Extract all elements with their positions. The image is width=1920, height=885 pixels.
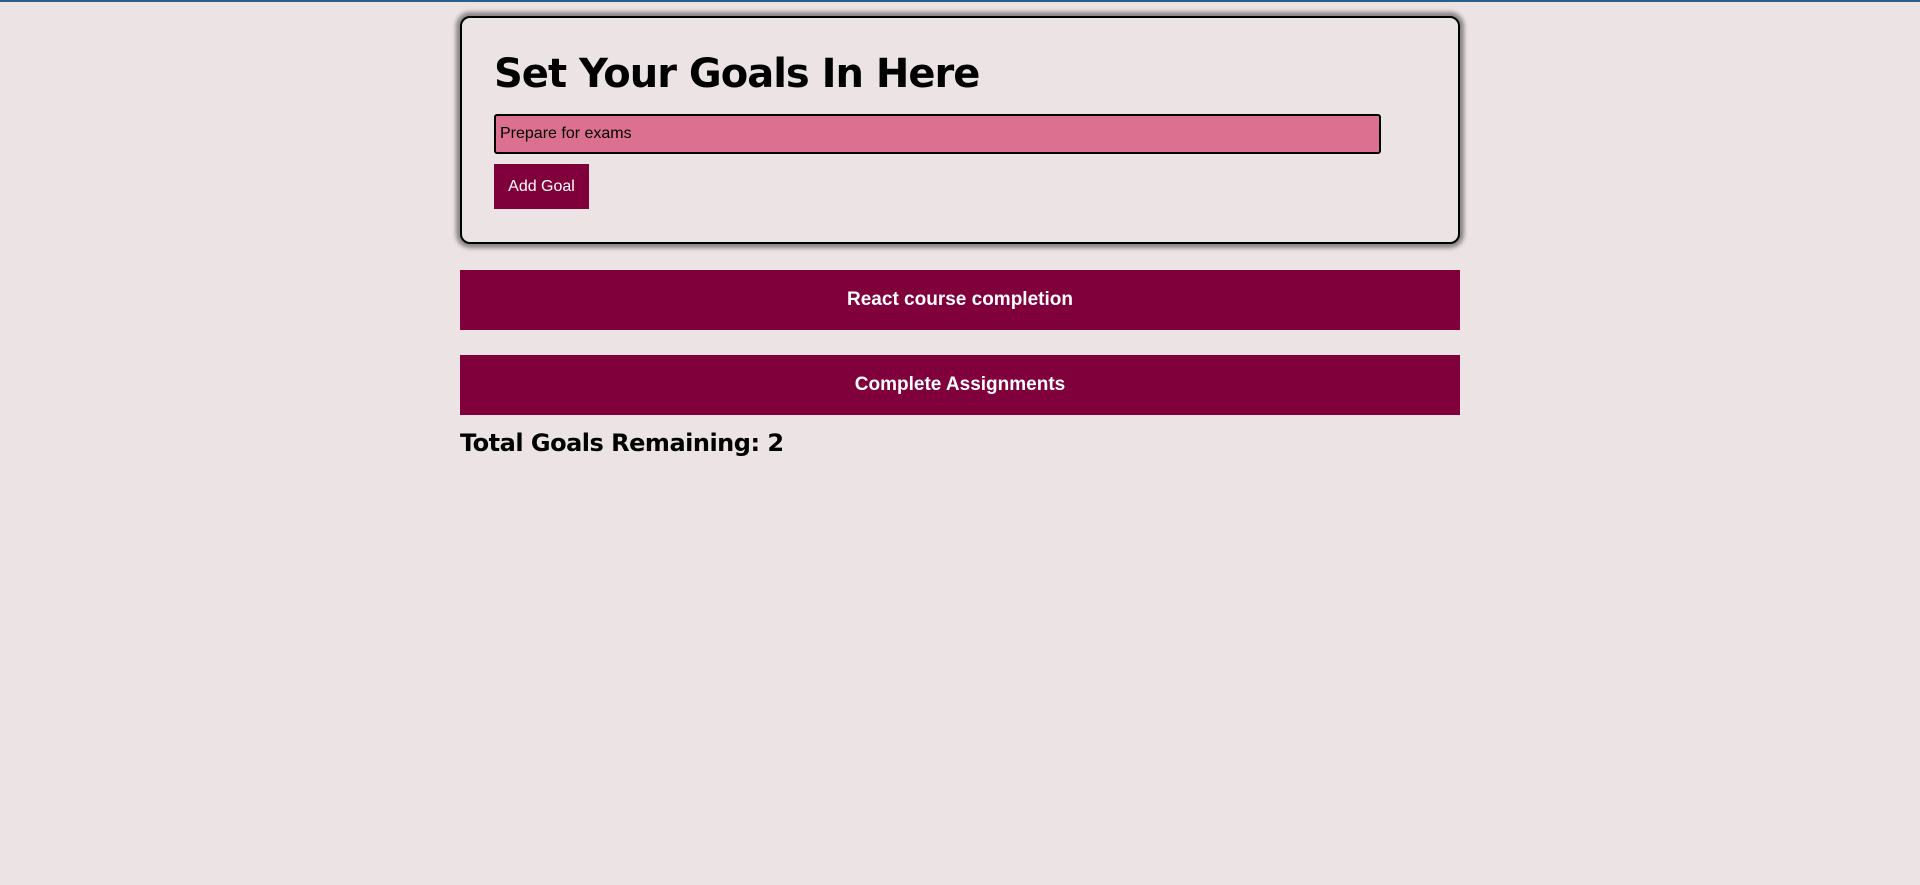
add-goal-button[interactable]: Add Goal	[494, 164, 589, 209]
goal-form-card: Set Your Goals In Here Add Goal	[460, 16, 1460, 244]
goal-item[interactable]: React course completion	[460, 270, 1460, 330]
app-container: Set Your Goals In Here Add Goal React co…	[460, 16, 1460, 457]
goals-remaining-count: Total Goals Remaining: 2	[460, 429, 784, 457]
top-border-line	[0, 0, 1920, 2]
goal-list: React course completion Complete Assignm…	[460, 270, 1460, 415]
goal-item[interactable]: Complete Assignments	[460, 355, 1460, 415]
goal-input[interactable]	[494, 114, 1381, 154]
page-title: Set Your Goals In Here	[494, 51, 980, 97]
